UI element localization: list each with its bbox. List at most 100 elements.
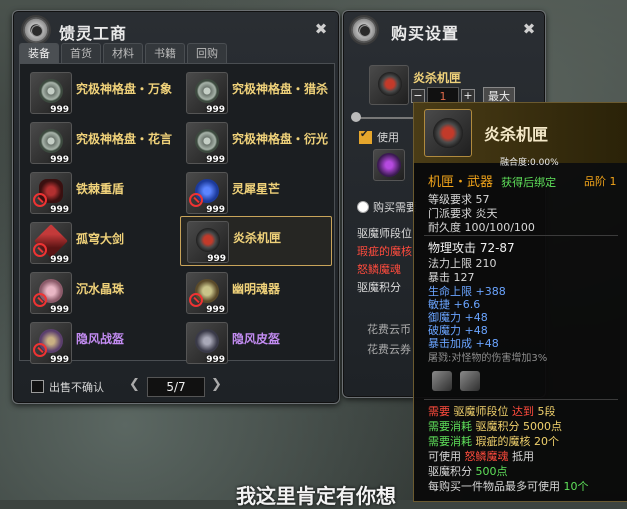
rune-disc-icon: 999: [186, 122, 228, 165]
demon-soul-icon: [373, 149, 405, 181]
gauntlet-icon: [424, 109, 472, 157]
shop-title: 馈灵工商: [59, 24, 128, 43]
need-line: 需要 驱魔师段位 达到 5段: [428, 405, 556, 418]
next-page-icon[interactable]: ❯: [211, 377, 222, 392]
gauntlet-icon: 999: [187, 221, 229, 264]
shield-icon: 999: [30, 172, 72, 215]
purchase-gear-icon: [351, 17, 377, 43]
no-confirm-label: 出售不确认: [49, 381, 104, 394]
item-name: 究极神格盘・万象: [76, 82, 173, 96]
item-name: 隐风战盔: [76, 332, 125, 346]
list-item[interactable]: 999 究极神格盘・衍光: [180, 118, 330, 166]
locked-icon: [189, 193, 203, 207]
locked-icon: [33, 243, 47, 257]
prev-page-icon[interactable]: ❮: [129, 377, 140, 392]
locked-icon: [33, 293, 47, 307]
slider-knob[interactable]: [351, 112, 361, 122]
no-confirm-checkbox[interactable]: [31, 380, 44, 393]
purchase-title: 购买设置: [391, 24, 460, 43]
item-type: 机匣・武器 获得后绑定: [428, 171, 556, 190]
shop-panel: 馈灵工商 ✖ 装备 首货 材料 书籍 回购 999 究极神格盘・万象 999 究…: [12, 10, 340, 404]
crystal-orb-icon: 999: [30, 272, 72, 315]
limit-line: 每购买一件物品最多可使用 10个: [428, 480, 589, 493]
need-line: 需要消耗 驱魔积分 5000点: [428, 420, 562, 433]
shop-tabs: 装备 首货 材料 书籍 回购: [19, 43, 227, 64]
increase-button[interactable]: +: [461, 89, 475, 103]
quality-label: 品阶: [584, 175, 606, 188]
item-name: 炎杀机匣: [233, 231, 282, 245]
locked-icon: [33, 343, 47, 357]
buy-need-radio[interactable]: [357, 201, 369, 213]
need-line: 需要消耗 瑕疵的魔核 20个: [428, 435, 559, 448]
helmet-icon: 999: [30, 322, 72, 365]
quality-value: 1: [609, 175, 617, 188]
list-item-selected[interactable]: 999 炎杀机匣: [180, 216, 332, 266]
need-line: 可使用 怒鳞魔魂 抵用: [428, 450, 534, 463]
tab-buyback[interactable]: 回购: [187, 43, 227, 64]
quantity-slider[interactable]: [357, 117, 417, 119]
req-line: 驱魔师段位: [357, 227, 412, 240]
shop-gear-icon: [23, 17, 49, 43]
soul-vessel-icon: 999: [186, 272, 228, 315]
shop-title-bar[interactable]: 馈灵工商 ✖: [13, 11, 339, 47]
list-item[interactable]: 999 孤穹大剑: [24, 218, 174, 266]
tab-goods[interactable]: 首货: [61, 43, 101, 64]
gem-slot-icon: [432, 371, 452, 391]
purchase-title-bar[interactable]: 购买设置 ✖: [343, 11, 545, 47]
list-item[interactable]: 999 隐风皮盔: [180, 318, 330, 366]
item-name: 铁棘重盾: [76, 182, 125, 196]
list-item[interactable]: 999 铁棘重盾: [24, 168, 174, 216]
decrease-button[interactable]: −: [411, 89, 425, 103]
durability: 耐久度 100/100/100: [428, 221, 535, 234]
item-name: 沉水晶珠: [76, 282, 125, 296]
quality: 品阶 1: [584, 173, 617, 189]
item-name: 究极神格盘・猎杀: [232, 82, 329, 96]
tab-books[interactable]: 书籍: [145, 43, 185, 64]
rune-disc-icon: 999: [186, 72, 228, 115]
close-icon[interactable]: ✖: [313, 21, 329, 37]
rune-disc-icon: 999: [30, 72, 72, 115]
rune-disc-icon: 999: [30, 122, 72, 165]
npc-dialog-text: 我这里肯定有你想: [236, 484, 396, 508]
list-item[interactable]: 999 究极神格盘・猎杀: [180, 68, 330, 116]
req-line: 驱魔积分: [357, 281, 401, 294]
monster-bonus: 屠戮:对怪物的伤害增加3%: [428, 353, 548, 364]
greatsword-icon: 999: [30, 222, 72, 265]
tab-materials[interactable]: 材料: [103, 43, 143, 64]
list-item[interactable]: 999 灵犀星芒: [180, 168, 330, 216]
item-grid: 999 究极神格盘・万象 999 究极神格盘・猎杀 999 究极神格盘・花言 9…: [19, 63, 335, 365]
list-item[interactable]: 999 沉水晶珠: [24, 268, 174, 316]
item-name: 孤穹大剑: [76, 232, 125, 246]
item-name: 幽明魂器: [232, 282, 281, 296]
list-item[interactable]: 999 幽明魂器: [180, 268, 330, 316]
item-name: 究极神格盘・衍光: [232, 132, 329, 146]
use-checkbox[interactable]: [359, 129, 372, 144]
page-indicator: 5/7: [147, 377, 205, 397]
leather-helm-icon: 999: [186, 322, 228, 365]
req-line: 瑕疵的魔核: [357, 245, 412, 258]
divider: [424, 399, 618, 400]
bind-text: 获得后绑定: [501, 176, 557, 189]
star-disc-icon: 999: [186, 172, 228, 215]
list-item[interactable]: 999 隐风战盔: [24, 318, 174, 366]
close-icon[interactable]: ✖: [521, 21, 537, 37]
fusion-text: 融合度:0.00%: [500, 158, 559, 168]
attack-stat: 物理攻击 72-87: [428, 241, 515, 255]
list-item[interactable]: 999 究极神格盘・花言: [24, 118, 174, 166]
purchase-item-name: 炎杀机匣: [413, 71, 462, 85]
selected-item-icon: [369, 65, 409, 105]
tooltip-title: 炎杀机匣: [484, 125, 549, 144]
list-item[interactable]: 999 究极神格盘・万象: [24, 68, 174, 116]
item-name: 究极神格盘・花言: [76, 132, 173, 146]
use-label: 使用: [377, 131, 399, 144]
divider: [424, 235, 618, 236]
item-type-text: 机匣・武器: [428, 175, 494, 190]
score-line: 驱魔积分 500点: [428, 465, 508, 478]
item-name: 隐风皮盔: [232, 332, 281, 346]
tab-equipment[interactable]: 装备: [19, 43, 59, 64]
req-line: 怒鳞魔魂: [357, 263, 401, 276]
locked-icon: [189, 293, 203, 307]
gem-slot-icon: [460, 371, 480, 391]
locked-icon: [33, 193, 47, 207]
item-tooltip: 炎杀机匣 融合度:0.00% 机匣・武器 获得后绑定 品阶 1 等级要求 57 …: [413, 102, 627, 502]
